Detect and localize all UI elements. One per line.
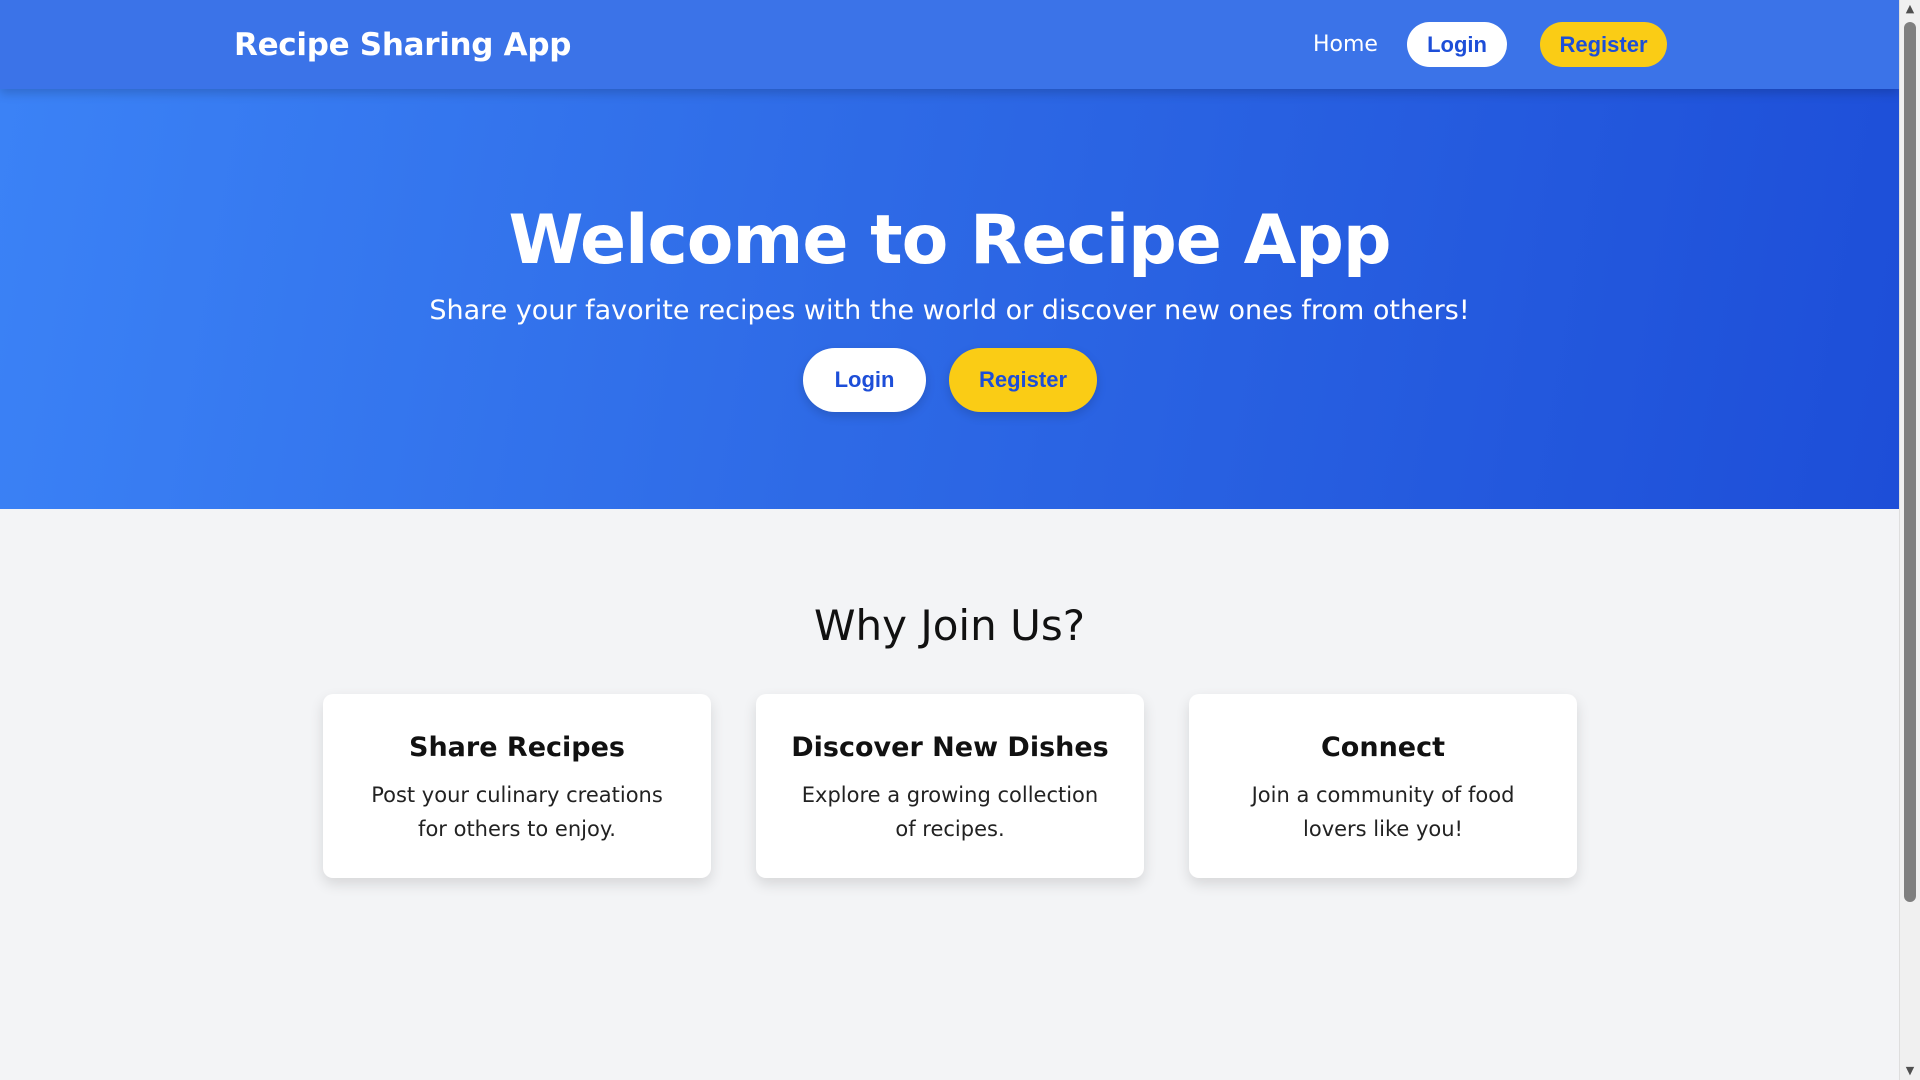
hero-title: Welcome to Recipe App [508,201,1391,280]
page: Recipe Sharing App Home Login Register W… [0,0,1899,1080]
navbar: Recipe Sharing App Home Login Register [0,0,1899,89]
feature-card-share-recipes: Share Recipes Post your culinary creatio… [323,694,711,878]
brand-title[interactable]: Recipe Sharing App [234,25,571,65]
feature-card-title: Connect [1320,732,1446,763]
feature-card-connect: Connect Join a community of food lovers … [1189,694,1577,878]
scroll-down-arrow-icon[interactable]: ▼ [1900,1062,1920,1080]
hero-subtitle: Share your favorite recipes with the wor… [429,295,1470,326]
feature-card-text: Post your culinary creations for others … [371,783,663,841]
feature-card-text: Join a community of food lovers like you… [1251,783,1515,841]
hero-login-button[interactable]: Login [803,348,926,412]
nav-home-link[interactable]: Home [1313,29,1378,61]
scrollbar-thumb[interactable] [1904,22,1916,902]
scroll-up-arrow-icon[interactable]: ▲ [1900,0,1920,18]
feature-card-discover-new-dishes: Discover New Dishes Explore a growing co… [756,694,1144,878]
feature-card-title: Discover New Dishes [791,732,1109,763]
nav-register-button[interactable]: Register [1540,22,1667,67]
feature-card-text: Explore a growing collection of recipes. [801,783,1099,841]
hero-section: Welcome to Recipe App Share your favorit… [0,89,1899,509]
features-title: Why Join Us? [814,601,1085,650]
hero-register-button[interactable]: Register [949,348,1097,412]
nav-login-button[interactable]: Login [1407,22,1507,67]
feature-card-title: Share Recipes [409,732,625,763]
vertical-scrollbar[interactable]: ▲ ▼ [1899,0,1920,1080]
